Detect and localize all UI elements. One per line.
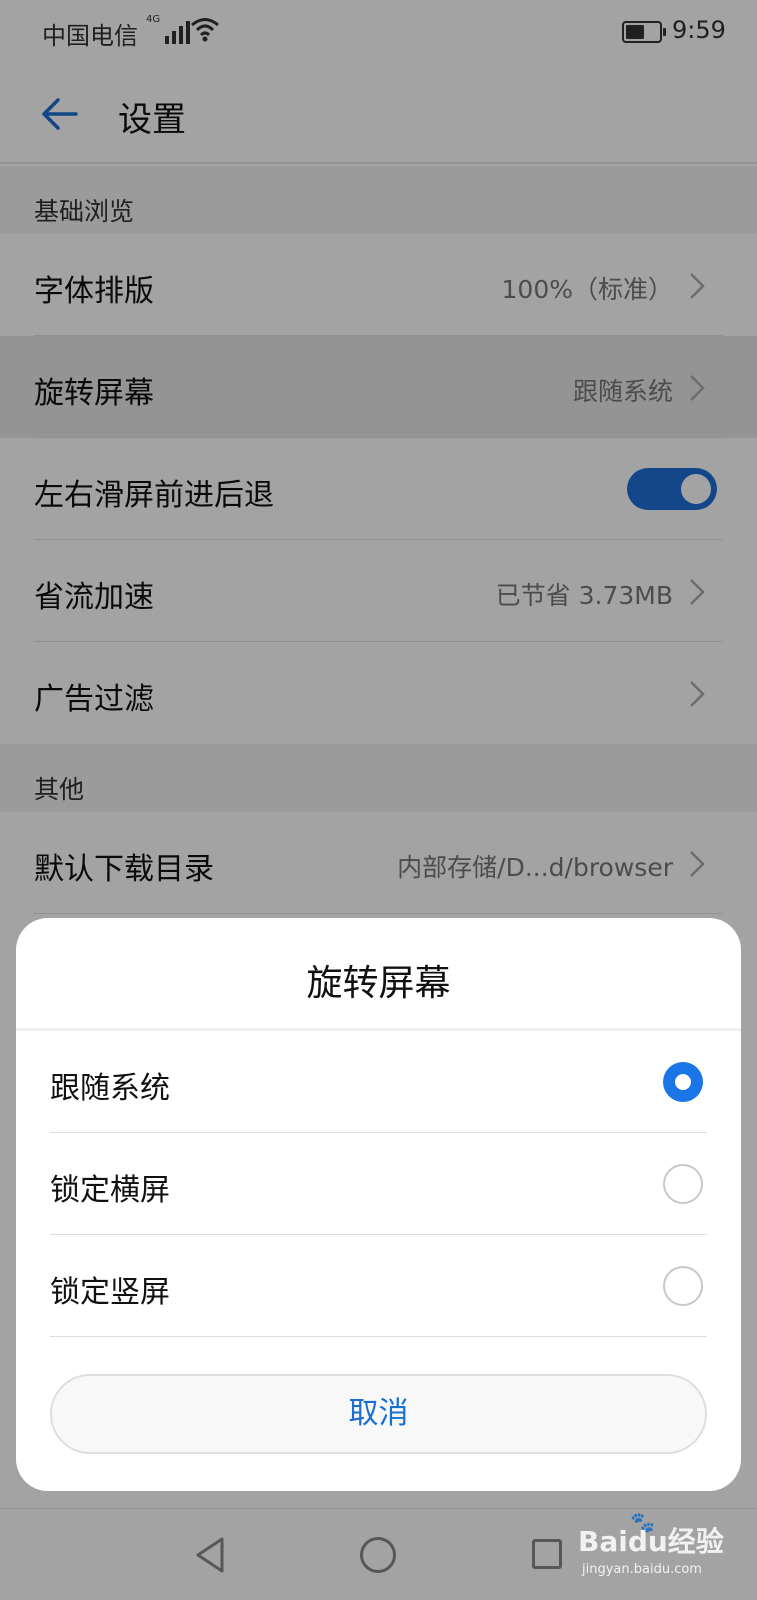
radio-button-selected[interactable] bbox=[663, 1062, 703, 1102]
baidu-jingyan-watermark: Baidu经验 🐾 jingyan.baidu.com bbox=[578, 1510, 728, 1586]
dialog-title: 旋转屏幕 bbox=[306, 963, 451, 1004]
radio-button[interactable] bbox=[663, 1266, 703, 1306]
option-label: 跟随系统 bbox=[50, 1071, 170, 1106]
rotate-screen-dialog: 旋转屏幕 跟随系统 锁定横屏 锁定竖屏 取消 bbox=[16, 918, 741, 1491]
paw-logo-icon: 🐾 bbox=[630, 1510, 655, 1534]
option-lock-landscape[interactable]: 锁定横屏 bbox=[16, 1133, 741, 1235]
option-lock-portrait[interactable]: 锁定竖屏 bbox=[16, 1235, 741, 1337]
cancel-button[interactable]: 取消 bbox=[50, 1374, 707, 1454]
watermark-url: jingyan.baidu.com bbox=[582, 1562, 702, 1577]
divider bbox=[50, 1336, 707, 1337]
radio-button[interactable] bbox=[663, 1164, 703, 1204]
option-follow-system[interactable]: 跟随系统 bbox=[16, 1031, 741, 1133]
option-label: 锁定竖屏 bbox=[50, 1275, 170, 1310]
option-label: 锁定横屏 bbox=[50, 1173, 170, 1208]
